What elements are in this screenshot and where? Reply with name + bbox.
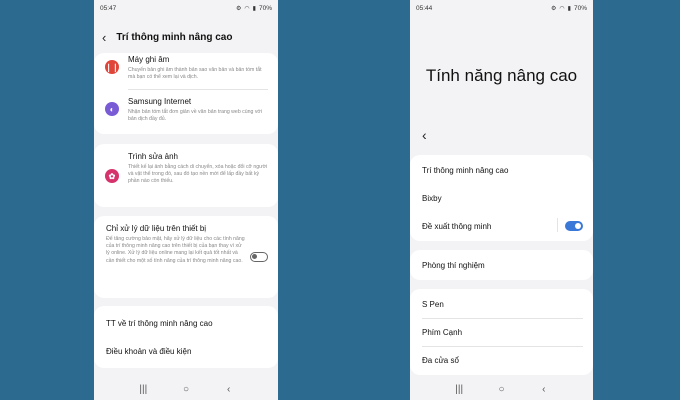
side-key-item[interactable]: Phím Cạnh: [410, 319, 593, 345]
advanced-intelligence-item[interactable]: Trí thông minh nâng cao: [410, 157, 593, 183]
signal-icon: ▮: [567, 5, 571, 12]
about-ai-link[interactable]: TT về trí thông minh nâng cao: [94, 310, 278, 336]
photo-editor-icon: ✿: [105, 169, 119, 183]
terms-link[interactable]: Điều khoản và điều kiện: [94, 338, 278, 364]
notification-icon: ⚙: [236, 5, 242, 12]
divider: [557, 218, 558, 232]
labs-card: Phòng thí nghiệm: [410, 250, 593, 280]
navigation-bar: ||| ○ ‹: [410, 378, 593, 400]
status-bar: 05:44 ⚙ ◠ ▮ 70%: [410, 0, 593, 16]
item-title: Máy ghi âm: [128, 55, 170, 64]
list-item-photo-editor[interactable]: ✿ Trình sửa ảnh Thiết kế lại ảnh bằng cá…: [94, 152, 278, 204]
navigation-bar: ||| ○ ‹: [94, 378, 278, 400]
item-title: Trình sửa ảnh: [128, 152, 178, 161]
page-header: ‹ Trí thông minh nâng cao: [102, 28, 270, 46]
signal-icon: ▮: [252, 5, 256, 12]
status-bar: 05:47 ⚙ ◠ ▮ 70%: [94, 0, 278, 16]
battery-level: 70%: [258, 4, 272, 12]
s-pen-item[interactable]: S Pen: [410, 291, 593, 317]
apps-card: ❘❘ Máy ghi âm Chuyển bản ghi âm thành bả…: [94, 53, 278, 134]
back-arrow-icon[interactable]: ‹: [422, 128, 427, 142]
wifi-icon: ◠: [559, 5, 565, 12]
wifi-icon: ◠: [244, 5, 250, 12]
smart-suggestions-toggle[interactable]: [565, 221, 583, 231]
labs-item[interactable]: Phòng thí nghiệm: [410, 252, 593, 278]
status-time: 05:47: [100, 4, 117, 12]
voice-recorder-icon: ❘❘: [105, 60, 119, 74]
home-icon[interactable]: ○: [178, 384, 194, 395]
photo-editor-card: ✿ Trình sửa ảnh Thiết kế lại ảnh bằng cá…: [94, 144, 278, 207]
page-title: Tính năng nâng cao: [425, 66, 578, 85]
item-description: Thiết kế lại ảnh bằng cách di chuyển, xó…: [128, 164, 268, 185]
status-time: 05:44: [416, 4, 433, 12]
home-icon[interactable]: ○: [493, 384, 509, 395]
list-item-samsung-internet[interactable]: ◐ Samsung Internet Nhận bản tóm tắt đơn …: [94, 97, 278, 133]
setting-description: Để tăng cường bảo mật, hãy xử lý dữ liệu…: [106, 236, 245, 264]
item-description: Nhận bản tóm tắt đơn giản về văn bản tra…: [128, 109, 262, 123]
ai-features-card: Trí thông minh nâng cao Bixby Đề xuất th…: [410, 155, 593, 241]
page-title: Trí thông minh nâng cao: [116, 31, 233, 43]
divider: [128, 89, 268, 90]
device-processing-card: Chỉ xử lý dữ liệu trên thiết bị Để tăng …: [94, 216, 278, 298]
back-icon[interactable]: ‹: [221, 384, 237, 395]
battery-level: 70%: [573, 4, 587, 12]
device-features-card: S Pen Phím Cạnh Đa cửa sổ: [410, 289, 593, 375]
item-title: Samsung Internet: [128, 97, 192, 106]
recents-icon[interactable]: |||: [451, 384, 467, 395]
samsung-internet-icon: ◐: [105, 102, 119, 116]
recents-icon[interactable]: |||: [135, 384, 151, 395]
back-icon[interactable]: ‹: [536, 384, 552, 395]
setting-title: Chỉ xử lý dữ liệu trên thiết bị: [106, 224, 207, 233]
item-description: Chuyển bản ghi âm thành bản sao văn bản …: [128, 67, 262, 81]
back-arrow-icon[interactable]: ‹: [102, 31, 106, 44]
notification-icon: ⚙: [551, 5, 557, 12]
list-item-voice-recorder[interactable]: ❘❘ Máy ghi âm Chuyển bản ghi âm thành bả…: [94, 53, 278, 93]
phone-right-screen: 05:44 ⚙ ◠ ▮ 70% Tính năng nâng cao ‹ Trí…: [410, 0, 593, 400]
multi-window-item[interactable]: Đa cửa sổ: [410, 347, 593, 373]
bixby-item[interactable]: Bixby: [410, 185, 593, 211]
phone-left-screen: 05:47 ⚙ ◠ ▮ 70% ‹ Trí thông minh nâng ca…: [94, 0, 278, 400]
device-processing-setting[interactable]: Chỉ xử lý dữ liệu trên thiết bị Để tăng …: [106, 224, 246, 265]
info-links-card: TT về trí thông minh nâng cao Điều khoản…: [94, 306, 278, 368]
device-processing-toggle[interactable]: [250, 252, 268, 262]
